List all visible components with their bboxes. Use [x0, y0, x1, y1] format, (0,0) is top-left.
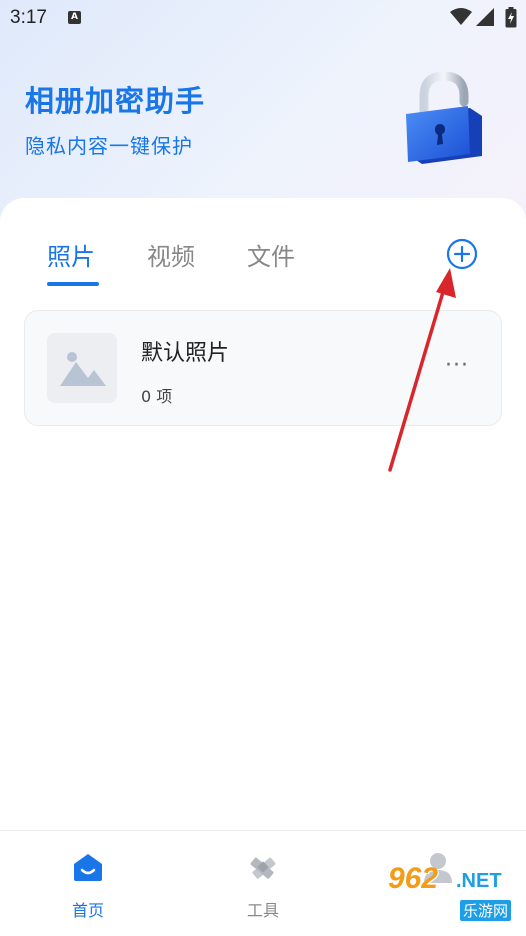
- battery-icon: [505, 7, 517, 28]
- notification-icon: A: [68, 11, 81, 24]
- signal-icon: [476, 8, 494, 26]
- wifi-icon: [450, 8, 472, 25]
- watermark-site: 乐游网: [460, 900, 512, 921]
- nav-tools-label: 工具: [246, 901, 279, 920]
- nav-home[interactable]: 首页: [28, 831, 148, 936]
- watermark-brand: 962: [388, 862, 439, 895]
- status-time: 3:17: [10, 7, 47, 28]
- app-title: 相册加密助手: [25, 84, 206, 118]
- album-name: 默认照片: [141, 341, 230, 366]
- app-subtitle: 隐私内容一键保护: [25, 134, 193, 158]
- nav-tools[interactable]: 工具: [203, 831, 323, 936]
- annotation-arrow: [388, 268, 456, 472]
- site-watermark: 962 .NET 乐游网: [388, 858, 524, 932]
- tab-files[interactable]: 文件: [247, 237, 295, 272]
- image-placeholder-icon: [60, 352, 106, 386]
- lock-icon: [406, 71, 482, 164]
- tab-videos[interactable]: 视频: [147, 237, 195, 272]
- nav-home-label: 首页: [71, 901, 104, 920]
- album-count: 0 项: [141, 387, 173, 406]
- album-thumbnail: [47, 333, 117, 403]
- status-bar: 3:17 A: [0, 0, 526, 36]
- watermark-domain: .NET: [456, 870, 502, 892]
- tools-icon: [250, 857, 276, 879]
- home-icon: [74, 854, 102, 881]
- tab-photos[interactable]: 照片: [47, 237, 95, 272]
- active-tab-indicator: [47, 282, 99, 286]
